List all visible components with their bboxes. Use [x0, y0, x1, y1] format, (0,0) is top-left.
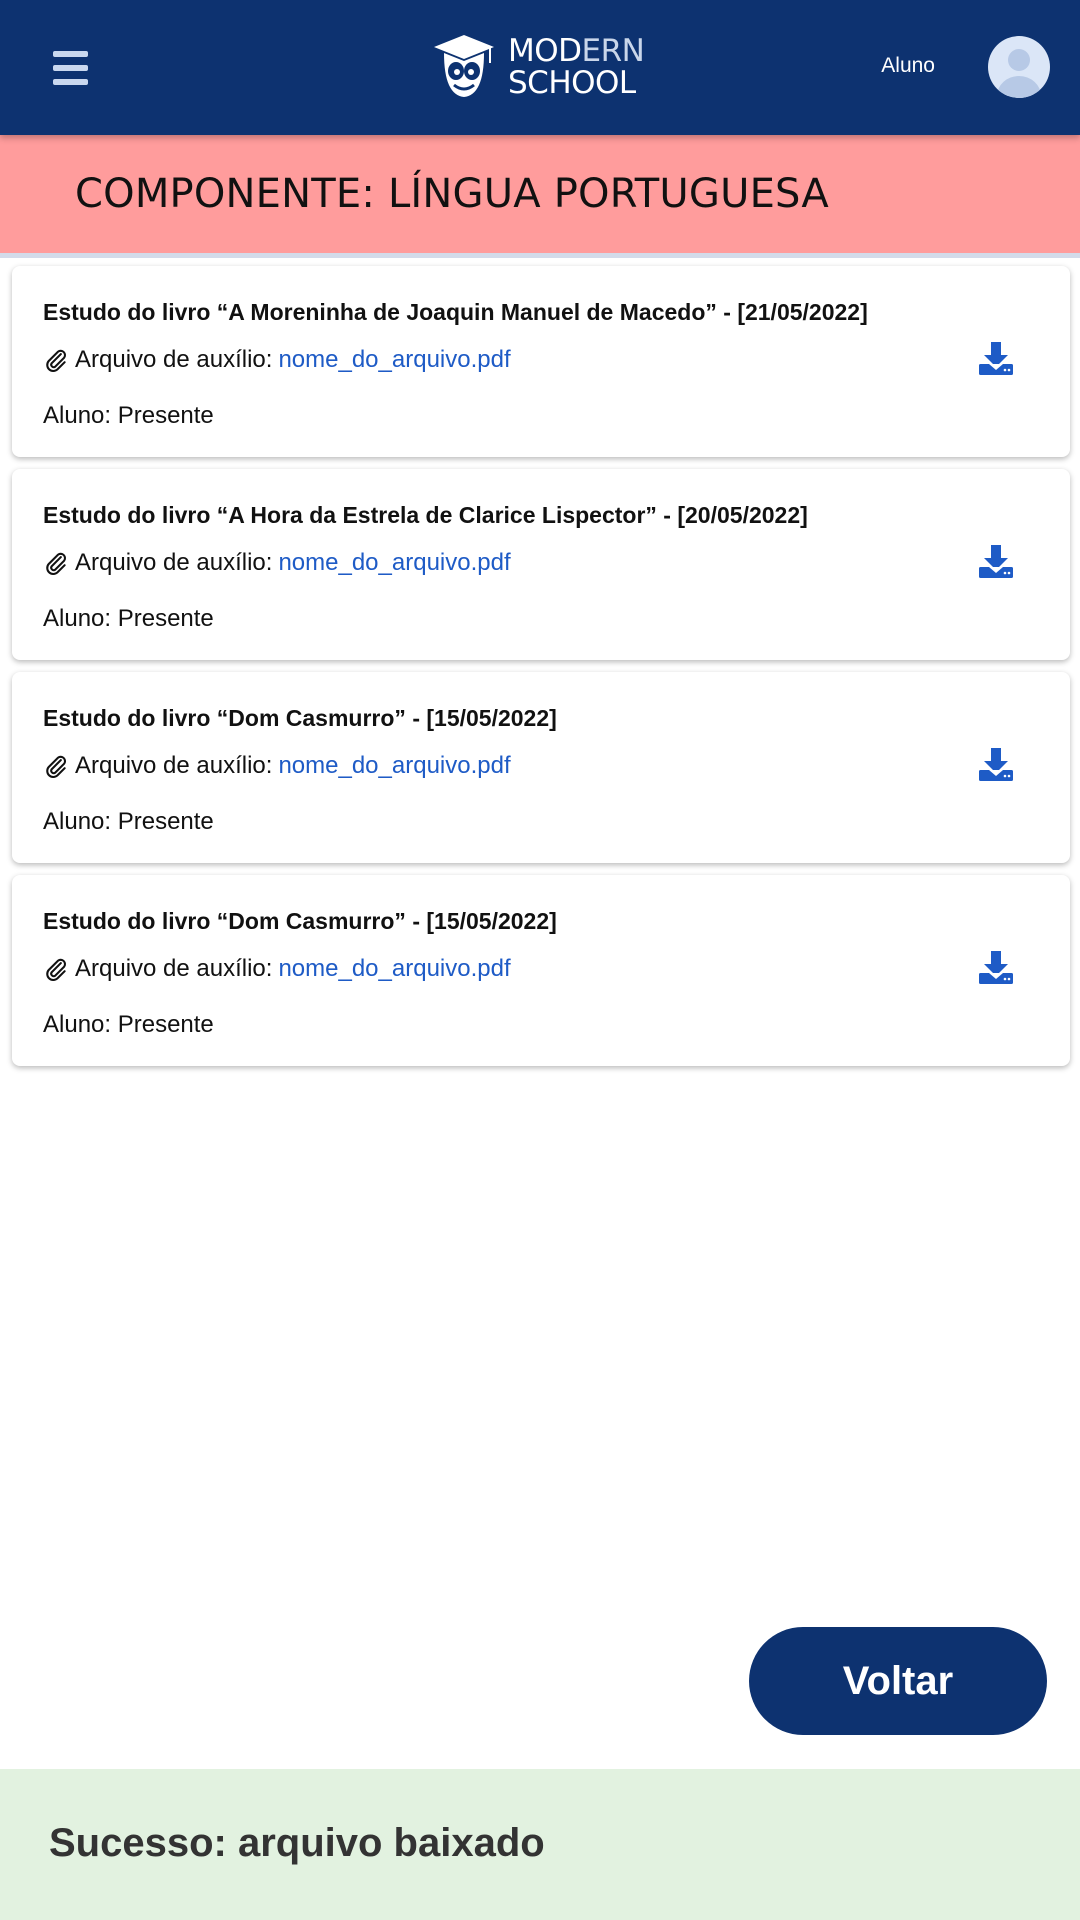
- attachment-row: Arquivo de auxílio: nome_do_arquivo.pdf: [43, 346, 511, 374]
- toast-message: Sucesso: arquivo baixado: [49, 1821, 545, 1865]
- lesson-title: Estudo do livro “A Moreninha de Joaquin …: [43, 299, 868, 325]
- paperclip-icon: [46, 755, 67, 779]
- page-title: COMPONENTE: LÍNGUA PORTUGUESA: [75, 171, 829, 217]
- lesson-list: Estudo do livro “A Moreninha de Joaquin …: [12, 266, 1070, 1078]
- success-toast: Sucesso: arquivo baixado: [0, 1769, 1080, 1920]
- logo-line2: SCHOOL: [508, 65, 636, 101]
- attendance-status: Aluno: Presente: [43, 808, 214, 835]
- lesson-card: Estudo do livro “A Moreninha de Joaquin …: [12, 266, 1070, 457]
- graduation-owl-icon: [434, 35, 494, 97]
- hamburger-menu-icon[interactable]: [50, 48, 90, 88]
- attachment-label: Arquivo de auxílio:: [75, 752, 273, 779]
- back-button[interactable]: Voltar: [749, 1627, 1047, 1735]
- attendance-status: Aluno: Presente: [43, 1011, 214, 1038]
- lesson-title: Estudo do livro “Dom Casmurro” - [15/05/…: [43, 908, 557, 934]
- attachment-row: Arquivo de auxílio: nome_do_arquivo.pdf: [43, 549, 511, 577]
- file-link[interactable]: nome_do_arquivo.pdf: [278, 549, 510, 577]
- attachment-row: Arquivo de auxílio: nome_do_arquivo.pdf: [43, 955, 511, 983]
- file-link[interactable]: nome_do_arquivo.pdf: [278, 955, 510, 983]
- file-link[interactable]: nome_do_arquivo.pdf: [278, 346, 510, 374]
- lesson-card: Estudo do livro “A Hora da Estrela de Cl…: [12, 469, 1070, 660]
- attachment-label: Arquivo de auxílio:: [75, 955, 273, 982]
- component-banner: COMPONENTE: LÍNGUA PORTUGUESA: [0, 135, 1080, 258]
- attachment-row: Arquivo de auxílio: nome_do_arquivo.pdf: [43, 752, 511, 780]
- logo-text: MODERN SCHOOL: [508, 33, 645, 101]
- lesson-card: Estudo do livro “Dom Casmurro” - [15/05/…: [12, 672, 1070, 863]
- paperclip-icon: [46, 552, 67, 576]
- download-icon[interactable]: [976, 338, 1016, 378]
- attachment-label: Arquivo de auxílio:: [75, 346, 273, 373]
- download-icon[interactable]: [976, 541, 1016, 581]
- download-icon[interactable]: [976, 744, 1016, 784]
- logo-line1-bold: MOD: [508, 33, 582, 69]
- logo-line1-rest: ERN: [581, 33, 645, 69]
- attendance-status: Aluno: Presente: [43, 605, 214, 632]
- lesson-title: Estudo do livro “A Hora da Estrela de Cl…: [43, 502, 808, 528]
- school-logo[interactable]: MODERN SCHOOL: [432, 32, 645, 102]
- paperclip-icon: [46, 349, 67, 373]
- attachment-label: Arquivo de auxílio:: [75, 549, 273, 576]
- attendance-status: Aluno: Presente: [43, 402, 214, 429]
- user-avatar-icon[interactable]: [988, 36, 1050, 98]
- paperclip-icon: [46, 958, 67, 982]
- app-header: MODERN SCHOOL Aluno: [0, 0, 1080, 135]
- user-role-label: Aluno: [881, 54, 935, 77]
- download-icon[interactable]: [976, 947, 1016, 987]
- lesson-title: Estudo do livro “Dom Casmurro” - [15/05/…: [43, 705, 557, 731]
- file-link[interactable]: nome_do_arquivo.pdf: [278, 752, 510, 780]
- lesson-card: Estudo do livro “Dom Casmurro” - [15/05/…: [12, 875, 1070, 1066]
